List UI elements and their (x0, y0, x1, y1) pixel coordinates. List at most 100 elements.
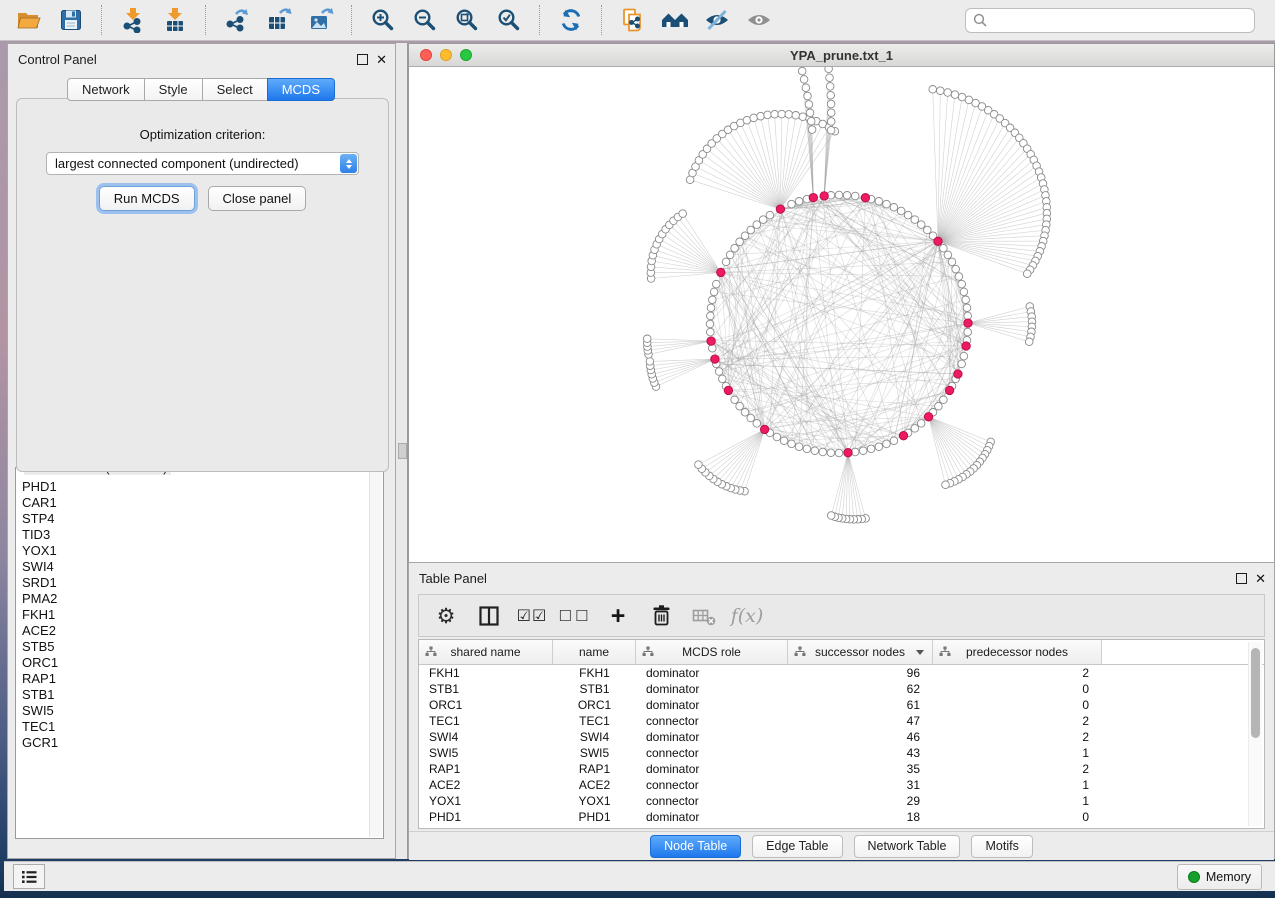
network-node[interactable] (798, 67, 806, 75)
mcds-result-item[interactable]: TID3 (17, 527, 370, 543)
dominator-node[interactable] (724, 386, 732, 394)
network-node[interactable] (867, 445, 875, 453)
network-node[interactable] (851, 192, 859, 200)
column-header-name[interactable]: name (553, 640, 636, 664)
tab-motifs[interactable]: Motifs (971, 835, 1032, 858)
column-header-predecessor-nodes[interactable]: predecessor nodes (933, 640, 1102, 664)
network-node[interactable] (819, 448, 827, 456)
network-node[interactable] (883, 440, 891, 448)
network-node[interactable] (835, 191, 843, 199)
network-node[interactable] (897, 207, 905, 215)
network-node[interactable] (792, 112, 800, 120)
network-node[interactable] (935, 402, 943, 410)
show-column-panel-button[interactable] (474, 601, 504, 631)
zoom-out-button[interactable] (404, 3, 446, 37)
export-image-button[interactable] (300, 3, 342, 37)
task-history-button[interactable] (13, 864, 45, 889)
network-node[interactable] (731, 396, 739, 404)
network-node[interactable] (753, 221, 761, 229)
import-table-button[interactable] (154, 3, 196, 37)
network-node[interactable] (713, 280, 721, 288)
network-node[interactable] (715, 368, 723, 376)
network-node[interactable] (875, 198, 883, 206)
network-node[interactable] (806, 109, 814, 117)
network-node[interactable] (940, 396, 948, 404)
network-node[interactable] (827, 126, 835, 134)
network-node[interactable] (843, 192, 851, 200)
add-column-button[interactable]: + (603, 601, 633, 631)
dominator-node[interactable] (707, 337, 715, 345)
network-node[interactable] (780, 437, 788, 445)
network-node[interactable] (773, 433, 781, 441)
network-node[interactable] (940, 244, 948, 252)
float-panel-icon[interactable] (357, 54, 368, 65)
network-node[interactable] (917, 221, 925, 229)
dominator-node[interactable] (820, 192, 828, 200)
mcds-result-item[interactable]: RAP1 (17, 671, 370, 687)
network-node[interactable] (929, 86, 937, 94)
network-node[interactable] (883, 200, 891, 208)
network-node[interactable] (826, 83, 834, 91)
network-node[interactable] (695, 461, 703, 469)
network-node[interactable] (835, 449, 843, 457)
dominator-node[interactable] (717, 268, 725, 276)
network-node[interactable] (800, 76, 808, 84)
table-row[interactable]: SWI5SWI5connector431 (419, 745, 1264, 761)
table-settings-button[interactable]: ⚙ (431, 601, 461, 631)
network-titlebar[interactable]: YPA_prune.txt_1 (409, 44, 1274, 67)
dominator-node[interactable] (844, 449, 852, 457)
network-node[interactable] (911, 216, 919, 224)
select-all-button[interactable]: ☑☑ (517, 601, 547, 631)
dominator-node[interactable] (776, 205, 784, 213)
mcds-result-item[interactable]: FKH1 (17, 607, 370, 623)
network-node[interactable] (788, 200, 796, 208)
float-table-panel-icon[interactable] (1236, 573, 1247, 584)
network-node[interactable] (785, 111, 793, 119)
network-node[interactable] (827, 118, 835, 126)
table-row[interactable]: ORC1ORC1dominator610 (419, 697, 1264, 713)
network-node[interactable] (944, 251, 952, 259)
network-node[interactable] (890, 204, 898, 212)
network-node[interactable] (804, 92, 812, 100)
memory-button[interactable]: Memory (1177, 864, 1262, 890)
network-node[interactable] (827, 91, 835, 99)
mcds-result-item[interactable]: SWI5 (17, 703, 370, 719)
dominator-node[interactable] (711, 355, 719, 363)
network-node[interactable] (719, 375, 727, 383)
run-mcds-button[interactable]: Run MCDS (99, 186, 195, 211)
zoom-in-button[interactable] (362, 3, 404, 37)
tab-style[interactable]: Style (144, 78, 203, 101)
network-node[interactable] (741, 409, 749, 417)
mcds-result-item[interactable]: ACE2 (17, 623, 370, 639)
network-node[interactable] (811, 447, 819, 455)
network-node[interactable] (827, 512, 835, 520)
network-node[interactable] (955, 273, 963, 281)
network-node[interactable] (960, 352, 968, 360)
network-node[interactable] (795, 198, 803, 206)
function-builder-button[interactable]: f(x) (732, 601, 762, 631)
network-node[interactable] (753, 420, 761, 428)
refresh-view-button[interactable] (550, 3, 592, 37)
network-node[interactable] (726, 251, 734, 259)
sort-chevron-icon[interactable] (916, 650, 924, 655)
network-node[interactable] (962, 296, 970, 304)
network-node[interactable] (709, 296, 717, 304)
network-node[interactable] (764, 111, 772, 119)
dominator-node[interactable] (934, 237, 942, 245)
mcds-result-item[interactable]: TEC1 (17, 719, 370, 735)
network-node[interactable] (924, 226, 932, 234)
network-node[interactable] (759, 216, 767, 224)
network-node[interactable] (825, 67, 833, 73)
close-table-panel-icon[interactable]: ✕ (1255, 574, 1266, 583)
tab-network[interactable]: Network (67, 78, 145, 101)
network-node[interactable] (958, 360, 966, 368)
mcds-result-item[interactable]: ORC1 (17, 655, 370, 671)
network-node[interactable] (795, 443, 803, 451)
deselect-all-button[interactable]: ☐☐ (560, 601, 590, 631)
splitter-handle-icon[interactable] (398, 443, 407, 459)
table-row[interactable]: TEC1TEC1connector472 (419, 713, 1264, 729)
duplicate-network-button[interactable] (612, 3, 654, 37)
network-node[interactable] (710, 288, 718, 296)
network-node[interactable] (778, 110, 786, 118)
network-node[interactable] (646, 358, 654, 366)
